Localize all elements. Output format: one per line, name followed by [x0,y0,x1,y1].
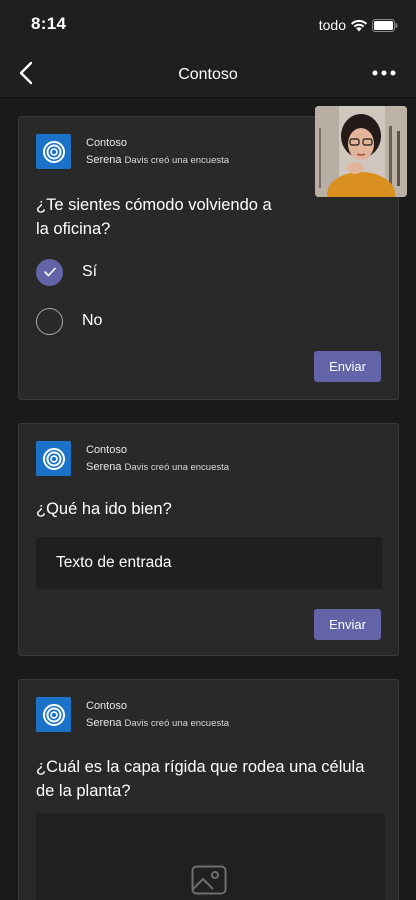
submit-button[interactable]: Enviar [314,351,381,382]
video-call-thumbnail[interactable] [315,106,407,197]
page-title: Contoso [178,66,238,83]
status-indicators: todo [319,17,398,33]
contoso-logo-icon [36,441,71,476]
poll-question: ¿Cuál es la capa rígida que rodea una cé… [36,758,365,800]
sender-action: Davis creó una encuesta [124,718,230,729]
sender-name: Serena [86,717,122,729]
option-label: No [82,312,103,329]
app-name: Contoso [86,700,127,712]
sender-line: Serena Davis creó una encuesta [86,717,229,729]
status-time: 8:14 [31,14,67,33]
option-label: Sí [82,263,98,280]
contoso-logo-icon [36,134,71,169]
image-icon [191,865,227,895]
poll-question: ¿Te sientes cómodo volviendo a la oficin… [36,196,272,238]
poll-card-plant-cell: Contoso Serena Davis creó una encuesta ¿C… [18,679,399,900]
sender-line: Serena Davis creó una encuesta [86,461,229,473]
poll-card-feedback: Contoso Serena Davis creó una encuesta ¿Q… [18,423,399,656]
poll-question: ¿Qué ha ido bien? [36,500,172,518]
app-name: Contoso [86,444,127,456]
answer-input[interactable] [36,537,382,589]
participant-video-image [315,106,407,197]
nav-bar: Contoso [0,50,416,98]
conversation-feed[interactable]: Contoso Serena Davis creó una encuesta ¿T… [0,98,416,900]
sender-name: Serena [86,154,122,166]
poll-option-no[interactable]: No [36,307,102,335]
status-bar: 8:14 todo [0,0,416,50]
sender-line: Serena Davis creó una encuesta [86,154,229,166]
carrier-name: todo [318,17,346,33]
submit-button[interactable]: Enviar [314,609,381,640]
sender-name: Serena [86,461,122,473]
image-placeholder [36,813,385,900]
wifi-icon [351,19,367,32]
sender-action: Davis creó una encuesta [124,155,230,166]
more-horizontal-icon[interactable] [372,69,396,77]
poll-option-yes[interactable]: Sí [36,258,97,286]
radio-unchecked-icon[interactable] [36,307,63,335]
sender-action: Davis creó una encuesta [124,462,230,473]
app-name: Contoso [86,137,127,149]
battery-icon [372,18,398,32]
contoso-logo-icon [36,697,71,732]
radio-checked-icon[interactable] [36,258,63,286]
